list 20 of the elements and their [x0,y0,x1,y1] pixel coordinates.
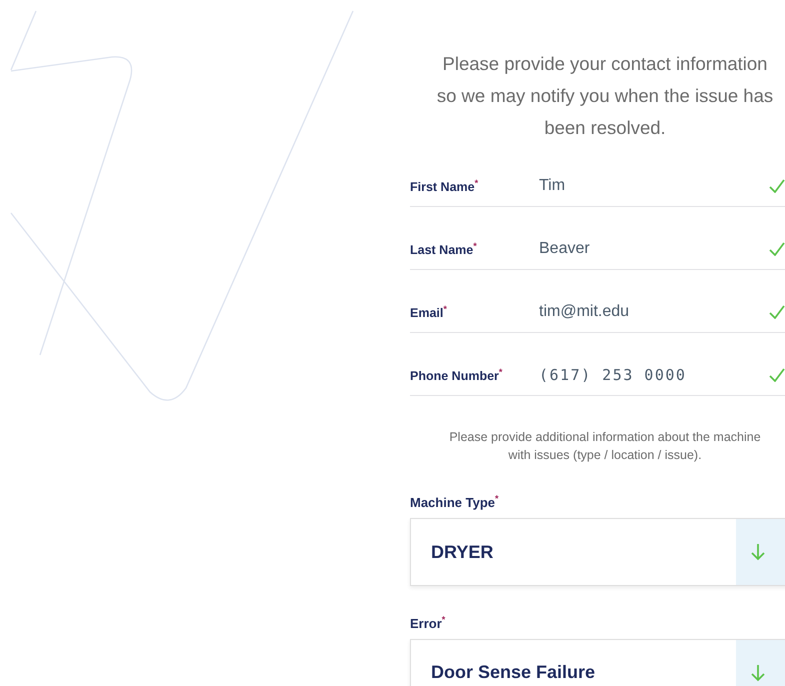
select-label: Error$^{*}$ [410,614,446,631]
input-field[interactable]: tim@mit.edu [539,303,769,321]
check-icon [769,305,785,319]
intro-text: Please provide your contact information so we may notify you when the issue has been resolved. [436,52,774,140]
input-field[interactable]: Tim [539,177,769,195]
input-field[interactable]: Beaver [539,240,769,258]
check-icon [769,179,785,193]
field-label: First Name$^{*}$ [410,178,480,194]
field-label: Email$^{*}$ [410,304,448,320]
check-icon [769,242,785,256]
down-arrow-icon [750,664,766,682]
down-arrow-icon [750,543,766,562]
check-icon [769,368,785,382]
dropdown[interactable]: Door Sense Failure [410,638,785,686]
machine-note: Please provide additional information about the machine with issues (type / location / issue). [448,429,762,464]
select-label: Machine Type$^{*}$ [410,494,499,510]
field-label: Phone Number$^{*}$ [410,366,504,384]
field-label: Last Name$^{*}$ [410,240,478,258]
input-field[interactable]: (617) 253 0000 [539,366,769,384]
dropdown[interactable]: DRYER [410,518,785,586]
